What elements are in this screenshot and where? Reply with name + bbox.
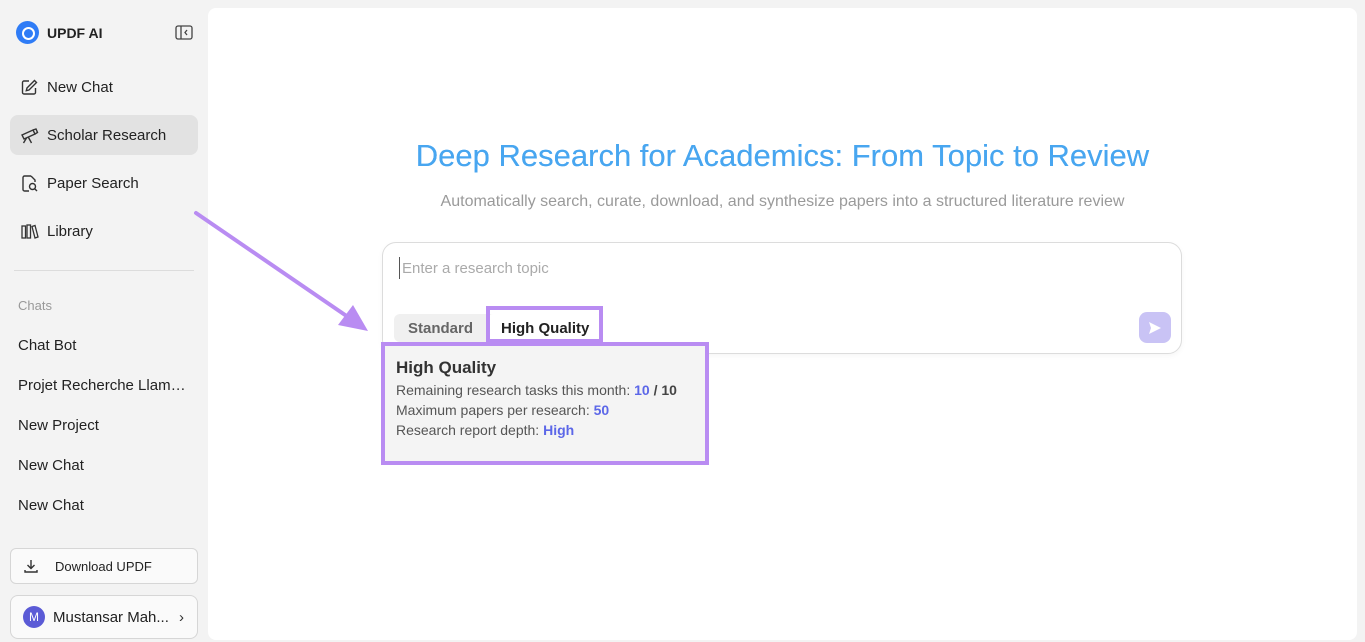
research-topic-input[interactable] [399,257,1099,279]
updf-logo-icon [16,21,39,44]
chevron-right-icon: › [179,608,184,626]
sidebar: UPDF AI New Chat Scholar Research Paper … [0,0,208,642]
tooltip-title: High Quality [396,358,497,377]
nav-label: Library [47,222,93,240]
send-button[interactable] [1139,312,1171,343]
avatar: M [23,606,45,628]
tasks-total: 10 [661,382,677,398]
nav-scholar-research[interactable]: Scholar Research [10,115,198,155]
brand[interactable]: UPDF AI [16,21,102,44]
chat-item[interactable]: New Chat [18,457,190,474]
nav-paper-search[interactable]: Paper Search [10,163,198,203]
sidebar-divider [14,270,194,271]
nav-label: Paper Search [47,174,139,192]
chat-item[interactable]: Chat Bot [18,337,190,354]
high-quality-tooltip: High Quality Remaining research tasks th… [381,342,709,465]
page-title: Deep Research for Academics: From Topic … [208,138,1357,174]
library-icon [21,223,39,239]
nav-label: New Chat [47,78,113,96]
depth-label: Research report depth: [396,422,544,438]
download-label: Download UPDF [55,558,152,574]
tooltip-depth-row: Research report depth: High [396,422,694,438]
send-icon [1149,321,1161,334]
nav-label: Scholar Research [47,126,167,144]
new-chat-icon [21,79,38,95]
tasks-label: Remaining research tasks this month: [396,382,635,398]
collapse-sidebar-icon[interactable] [175,25,193,40]
chat-item[interactable]: New Project [18,417,190,434]
telescope-icon [21,127,39,143]
user-name: Mustansar Mah... [53,608,169,626]
tooltip-tasks-row: Remaining research tasks this month: 10 … [396,382,694,398]
download-icon [24,560,38,573]
nav-new-chat[interactable]: New Chat [10,67,198,107]
chat-item[interactable]: Projet Recherche Llama... [18,377,190,394]
high-quality-highlight-box [486,306,603,343]
chat-item[interactable]: New Chat [18,497,190,514]
user-account-button[interactable]: M Mustansar Mah... › [10,595,198,639]
papers-value: 50 [593,402,610,418]
main-panel: Deep Research for Academics: From Topic … [208,8,1357,640]
nav-library[interactable]: Library [10,211,198,251]
depth-value: High [543,422,575,438]
paper-search-icon [22,174,38,192]
brand-name: UPDF AI [47,24,103,41]
tasks-remaining: 10 [634,382,650,398]
annotation-arrow [194,211,368,331]
papers-label: Maximum papers per research: [396,402,594,418]
download-updf-button[interactable]: Download UPDF [10,548,198,584]
tasks-separator: / [649,382,662,398]
tooltip-papers-row: Maximum papers per research: 50 [396,402,694,418]
page-subtitle: Automatically search, curate, download, … [440,193,1125,210]
mode-tab-standard[interactable]: Standard [394,314,487,342]
chats-section-label: Chats [18,298,52,313]
